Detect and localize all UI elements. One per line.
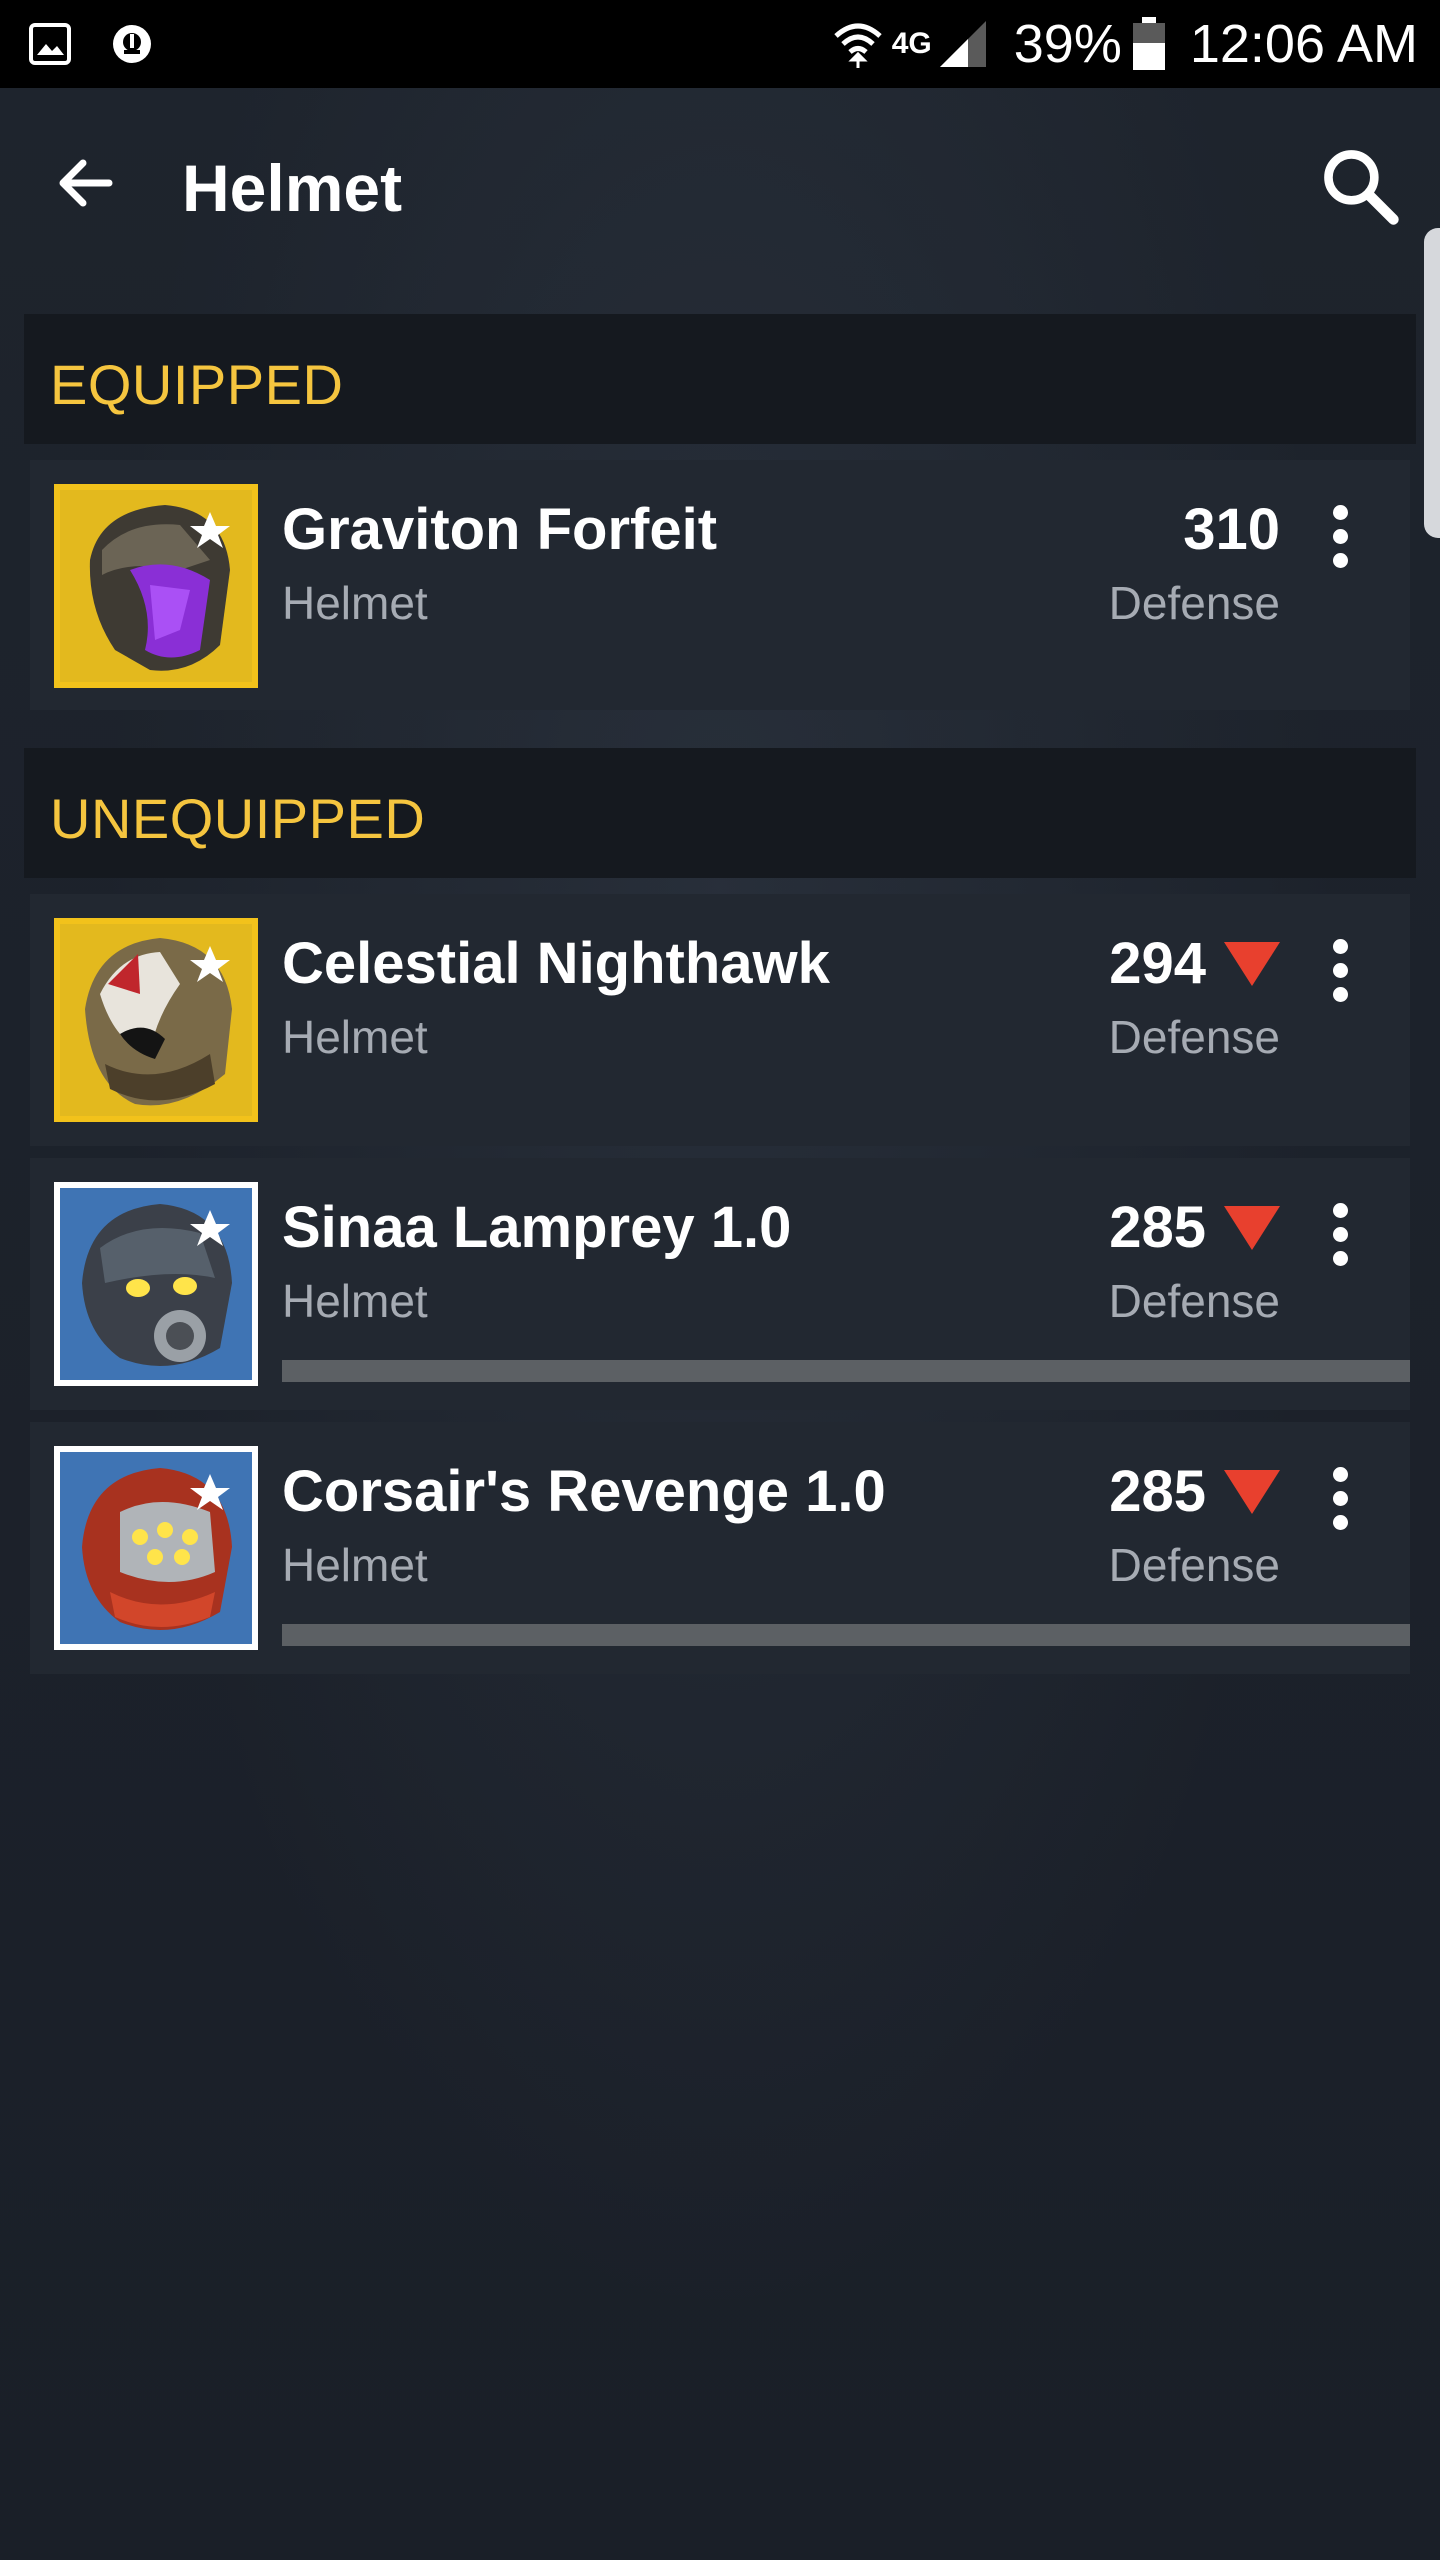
stat-label: Defense — [1108, 1011, 1280, 1063]
item-type: Helmet — [282, 1539, 428, 1591]
item-stat: 294 — [1109, 930, 1280, 997]
item-stat: 310 — [1183, 496, 1280, 563]
xp-progress-bar — [282, 1360, 1410, 1382]
item-type: Helmet — [282, 577, 428, 629]
item-stat: 285 — [1109, 1458, 1280, 1525]
wifi-icon — [832, 18, 884, 70]
search-button[interactable] — [1310, 136, 1410, 236]
stat-decrease-icon — [1224, 1205, 1280, 1250]
helmet-image — [60, 1452, 252, 1644]
more-vert-icon — [1332, 938, 1348, 954]
stat-value: 285 — [1109, 1195, 1206, 1260]
stat-label: Defense — [1108, 577, 1280, 629]
status-bar: 4G 39% 12:06 AM — [0, 0, 1440, 88]
more-options-button[interactable] — [1310, 930, 1370, 1010]
signal-icon — [938, 19, 988, 69]
notification-app-icon — [110, 22, 154, 66]
stat-decrease-icon — [1224, 941, 1280, 986]
app-bar: Helmet — [0, 88, 1440, 288]
battery-icon — [1132, 17, 1166, 71]
status-bar-right: 4G 39% 12:06 AM — [832, 0, 1418, 88]
list-item[interactable]: Sinaa Lamprey 1.0 Helmet 285 Defense — [30, 1158, 1410, 1410]
more-options-button[interactable] — [1310, 1194, 1370, 1274]
stat-label: Defense — [1108, 1275, 1280, 1327]
edge-panel-handle[interactable] — [1424, 228, 1440, 538]
stat-value: 294 — [1109, 931, 1206, 996]
item-name: Corsair's Revenge 1.0 — [282, 1459, 886, 1524]
section-title: UNEQUIPPED — [50, 787, 426, 850]
item-type: Helmet — [282, 1011, 428, 1063]
stat-value: 285 — [1109, 1459, 1206, 1524]
more-vert-icon — [1332, 504, 1348, 520]
item-name: Sinaa Lamprey 1.0 — [282, 1195, 792, 1260]
back-button[interactable] — [40, 138, 130, 228]
item-name: Graviton Forfeit — [282, 497, 718, 562]
helmet-image — [60, 490, 252, 682]
section-header-equipped: EQUIPPED — [24, 314, 1416, 444]
more-vert-icon — [1332, 1466, 1348, 1482]
list-item[interactable]: Celestial Nighthawk Helmet 294 Defense — [30, 894, 1410, 1146]
list-item[interactable]: Corsair's Revenge 1.0 Helmet 285 Defense — [30, 1422, 1410, 1674]
helmet-image — [60, 924, 252, 1116]
stat-value: 310 — [1183, 497, 1280, 562]
back-arrow-icon — [59, 159, 113, 207]
screen: 4G 39% 12:06 AM Helmet EQUIPPED Graviton… — [0, 0, 1440, 2560]
clock: 12:06 AM — [1189, 14, 1418, 74]
network-4g-icon: 4G — [891, 27, 932, 60]
item-stat: 285 — [1109, 1194, 1280, 1261]
list-item[interactable]: Graviton Forfeit Helmet 310 Defense — [30, 460, 1410, 710]
more-vert-icon — [1332, 1202, 1348, 1218]
item-type: Helmet — [282, 1275, 428, 1327]
more-options-button[interactable] — [1310, 496, 1370, 576]
stat-decrease-icon — [1224, 1469, 1280, 1514]
item-thumbnail — [54, 1182, 258, 1386]
xp-progress-bar — [282, 1624, 1410, 1646]
item-thumbnail — [54, 1446, 258, 1650]
gallery-icon — [28, 22, 72, 66]
helmet-image — [60, 1188, 252, 1380]
search-icon — [1324, 150, 1399, 225]
battery-percent: 39% — [1013, 14, 1122, 74]
more-options-button[interactable] — [1310, 1458, 1370, 1538]
stat-label: Defense — [1108, 1539, 1280, 1591]
section-header-unequipped: UNEQUIPPED — [24, 748, 1416, 878]
page-title: Helmet — [182, 151, 403, 225]
item-thumbnail — [54, 484, 258, 688]
item-name: Celestial Nighthawk — [282, 931, 830, 996]
section-title: EQUIPPED — [50, 353, 344, 416]
item-thumbnail — [54, 918, 258, 1122]
